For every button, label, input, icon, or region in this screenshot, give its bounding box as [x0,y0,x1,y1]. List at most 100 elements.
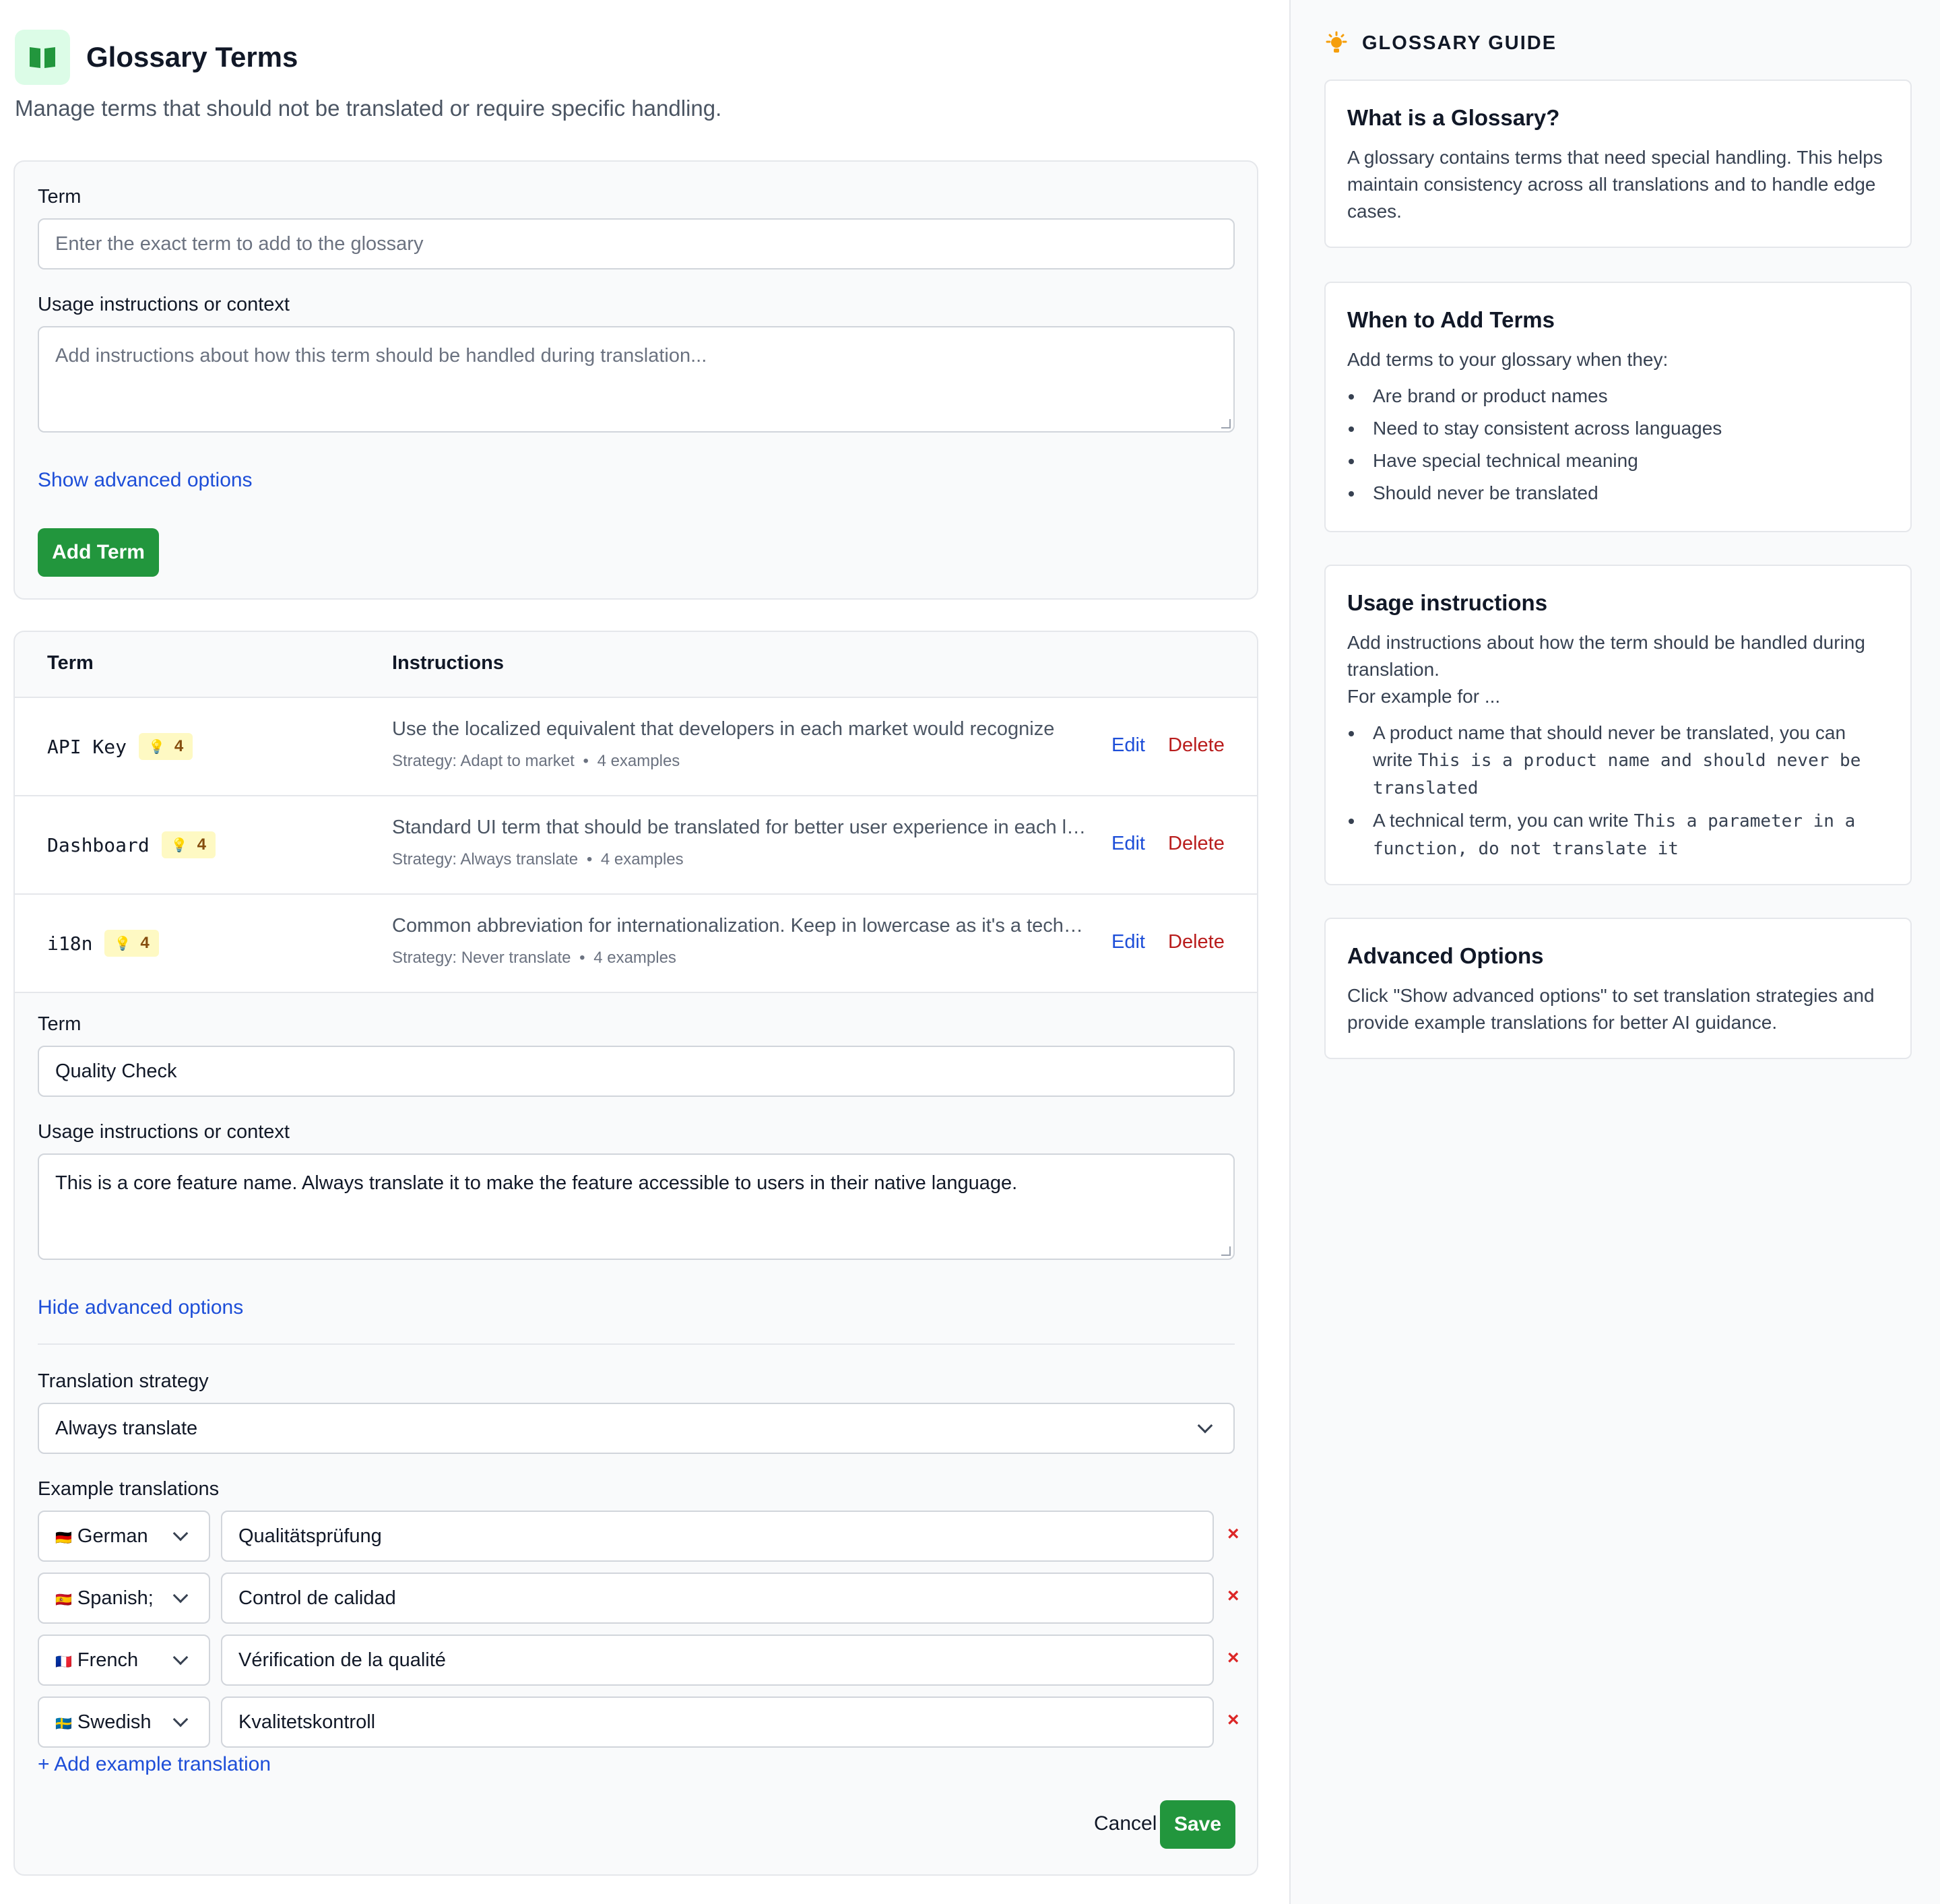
book-open-icon [15,30,70,85]
strategy-value: Always translate [55,1417,198,1439]
item-text: A technical term, you can write [1373,810,1634,831]
guide-card-line: For example for ... [1347,686,1501,707]
edit-button[interactable]: Edit [1111,833,1145,855]
header-instructions: Instructions [392,652,504,674]
strategy-select[interactable]: Always translate [38,1403,1235,1454]
row-meta: Strategy: Never translate • 4 examples [392,949,676,967]
remove-example-button[interactable]: × [1227,1709,1239,1732]
guide-card-usage: Usage instructions Add instructions abou… [1324,565,1912,885]
page-subtitle: Manage terms that should not be translat… [15,96,722,121]
guide-list: A product name that should never be tran… [1347,720,1889,862]
instructions-text: Use the localized equivalent that develo… [392,718,1055,740]
strategy-text: Strategy: Adapt to market [392,752,575,770]
chevron-down-icon [172,1711,189,1727]
context-label: Usage instructions or context [38,294,290,315]
row-meta: Strategy: Adapt to market • 4 examples [392,752,680,770]
guide-card-intro: Add terms to your glossary when they: [1347,349,1669,370]
remove-example-button[interactable]: × [1227,1647,1239,1670]
guide-list: Are brand or product names Need to stay … [1347,383,1889,507]
edit-button[interactable]: Edit [1111,931,1145,953]
table-header: Term Instructions [15,632,1257,698]
term-cell: i18n 💡 4 [47,930,159,957]
chevron-down-icon [172,1525,189,1542]
edit-button[interactable]: Edit [1111,734,1145,757]
examples-text: 4 examples [600,850,684,868]
guide-card-line: Add instructions about how the term shou… [1347,632,1865,680]
examples-badge: 💡 4 [139,733,193,760]
context-textarea[interactable]: Add instructions about how this term sho… [38,326,1235,433]
list-item: Need to stay consistent across languages [1347,415,1889,442]
examples-text: 4 examples [593,949,676,967]
examples-badge: 💡 4 [161,831,216,858]
add-example-link[interactable]: + Add example translation [38,1753,271,1776]
flag-spain: 🇪🇸 [55,1592,72,1608]
examples-badge: 💡 4 [104,930,159,957]
remove-example-button[interactable]: × [1227,1523,1239,1546]
guide-header: GLOSSARY GUIDE [1324,31,1557,55]
list-item: Should never be translated [1347,480,1889,507]
edit-context-textarea[interactable]: This is a core feature name. Always tran… [38,1153,1235,1260]
add-term-button[interactable]: Add Term [38,528,159,577]
term-label: Term [38,186,82,208]
example-translation-input[interactable]: Control de calidad [221,1573,1214,1624]
language-select[interactable]: 🇫🇷 French [38,1635,210,1686]
edit-context-value: This is a core feature name. Always tran… [55,1172,1018,1194]
main-panel: Glossary Terms Manage terms that should … [0,0,1289,1904]
cancel-button[interactable]: Cancel [1094,1812,1157,1835]
lightbulb-icon: 💡 [148,739,165,755]
header-term: Term [47,652,94,674]
language-select[interactable]: 🇪🇸 Spanish; [38,1573,210,1624]
badge-count: 4 [174,737,184,755]
delete-button[interactable]: Delete [1168,833,1225,855]
list-item: A technical term, you can write This a p… [1347,807,1889,862]
flag-germany: 🇩🇪 [55,1530,72,1546]
guide-card-title: What is a Glossary? [1347,105,1560,130]
guide-card-body: A glossary contains terms that need spec… [1347,147,1883,222]
examples-label: Example translations [38,1478,220,1500]
language-name: German [77,1525,148,1547]
lightbulb-icon: 💡 [170,837,188,853]
strategy-text: Strategy: Always translate [392,850,579,868]
example-translation-input[interactable]: Kvalitetskontroll [221,1696,1214,1748]
edit-context-label: Usage instructions or context [38,1121,290,1143]
resize-handle[interactable] [1221,419,1231,429]
flag-sweden: 🇸🇪 [55,1716,72,1732]
flag-france: 🇫🇷 [55,1654,72,1670]
delete-button[interactable]: Delete [1168,734,1225,757]
term-name: i18n [47,932,93,955]
chevron-down-icon [172,1587,189,1604]
instructions-text: Standard UI term that should be translat… [392,817,1093,838]
example-translation-input[interactable]: Vérification de la qualité [221,1635,1214,1686]
delete-button[interactable]: Delete [1168,931,1225,953]
language-name: Spanish; [77,1587,154,1609]
guide-card-advanced: Advanced Options Click "Show advanced op… [1324,918,1912,1059]
save-button[interactable]: Save [1160,1800,1235,1849]
guide-card-title: Usage instructions [1347,590,1548,615]
table-row: i18n 💡 4 Common abbreviation for internati… [15,895,1257,993]
lightbulb-icon: 💡 [114,936,131,951]
term-input[interactable]: Enter the exact term to add to the gloss… [38,218,1235,269]
table-row: Dashboard 💡 4 Standard UI term that should… [15,796,1257,895]
context-placeholder: Add instructions about how this term sho… [55,345,707,367]
page-title: Glossary Terms [86,41,298,73]
row-meta: Strategy: Always translate • 4 examples [392,850,684,868]
guide-card-body: Click "Show advanced options" to set tra… [1347,985,1875,1033]
badge-count: 4 [140,934,150,952]
glossary-table-card: Term Instructions API Key 💡 4 Use the loca… [13,631,1258,1876]
guide-card-when: When to Add Terms Add terms to your glos… [1324,282,1912,532]
strategy-text: Strategy: Never translate [392,949,571,967]
instructions-text: Common abbreviation for internationaliza… [392,915,1093,937]
language-select[interactable]: 🇸🇪 Swedish [38,1696,210,1748]
resize-handle[interactable] [1221,1246,1231,1256]
edit-term-input[interactable]: Quality Check [38,1046,1235,1097]
lightbulb-icon [1326,31,1347,53]
language-select[interactable]: 🇩🇪 German [38,1511,210,1562]
remove-example-button[interactable]: × [1227,1585,1239,1608]
term-cell: API Key 💡 4 [47,733,193,760]
example-translation-input[interactable]: Qualitätsprüfung [221,1511,1214,1562]
hide-advanced-link[interactable]: Hide advanced options [38,1296,243,1319]
strategy-label: Translation strategy [38,1370,209,1392]
term-name: API Key [47,735,127,758]
guide-card-title: When to Add Terms [1347,307,1555,332]
show-advanced-link[interactable]: Show advanced options [38,469,253,492]
